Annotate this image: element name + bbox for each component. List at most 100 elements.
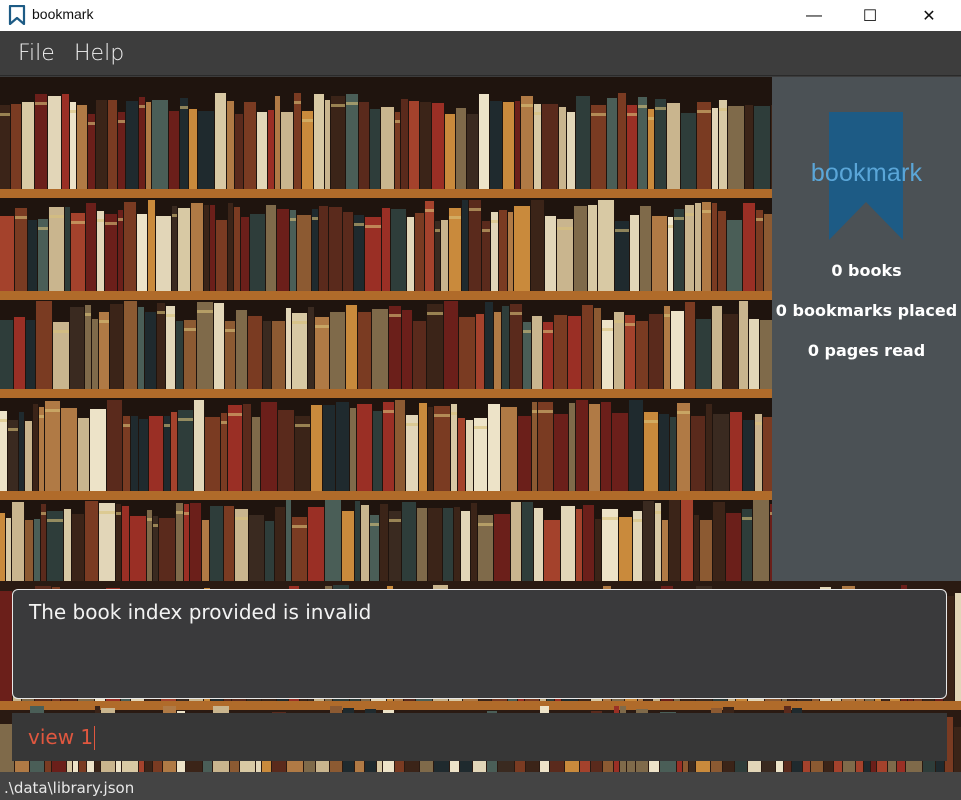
book-band — [354, 223, 364, 226]
command-input[interactable] — [12, 713, 947, 761]
book-band — [197, 310, 213, 313]
minimize-button[interactable]: — — [791, 0, 837, 31]
book-spine — [292, 313, 307, 389]
book-band — [85, 313, 91, 316]
menu-file[interactable]: File — [18, 41, 55, 66]
book-spine — [406, 415, 418, 491]
book-spine — [443, 508, 453, 581]
book-band — [147, 518, 152, 521]
book-spine — [25, 421, 32, 491]
book-spine — [401, 99, 408, 189]
close-button[interactable]: ✕ — [906, 0, 952, 31]
book-spine — [677, 403, 690, 491]
book-spine — [108, 100, 117, 189]
book-spine — [760, 320, 772, 389]
book-spine — [382, 208, 390, 291]
book-spine — [107, 400, 122, 491]
book-spine — [65, 207, 70, 291]
book-spine — [764, 214, 772, 291]
command-box[interactable] — [12, 713, 947, 761]
book-band — [702, 210, 711, 213]
book-band — [614, 320, 624, 323]
book-spine — [214, 303, 224, 389]
result-display[interactable]: The book index provided is invalid — [12, 589, 947, 699]
book-spine — [383, 402, 394, 491]
book-spine — [428, 407, 433, 491]
book-spine — [72, 514, 84, 581]
book-spine — [319, 206, 328, 291]
book-spine — [194, 400, 204, 491]
book-spine — [456, 108, 466, 189]
book-band — [521, 104, 533, 107]
book-spine — [545, 216, 556, 291]
maximize-button[interactable]: ☐ — [847, 0, 893, 31]
book-spine — [126, 101, 138, 189]
close-icon: ✕ — [922, 7, 936, 25]
book-spine — [713, 414, 729, 491]
book-spine — [290, 210, 296, 291]
book-band — [406, 423, 418, 426]
book-spine — [494, 514, 510, 581]
book-spine — [123, 416, 130, 491]
menu-help[interactable]: Help — [74, 41, 124, 66]
book-band — [0, 419, 7, 422]
book-band — [756, 218, 763, 221]
book-band — [97, 219, 104, 222]
book-band — [8, 428, 18, 431]
book-spine — [234, 207, 240, 291]
book-spine — [148, 200, 155, 291]
book-spine — [215, 93, 226, 189]
book-spine — [420, 102, 431, 189]
book-spine — [228, 203, 233, 291]
book-spine — [152, 100, 168, 189]
book-spine — [124, 202, 136, 291]
book-spine — [467, 114, 478, 189]
book-spine — [156, 216, 171, 291]
book-spine — [0, 216, 14, 291]
book-band — [389, 314, 401, 317]
book-spine — [6, 518, 11, 581]
book-spine — [576, 509, 582, 581]
book-spine — [14, 317, 25, 389]
book-band — [99, 320, 109, 323]
book-spine — [432, 103, 444, 189]
book-spine — [250, 214, 265, 291]
book-spine — [118, 210, 123, 291]
book-spine — [302, 111, 313, 189]
book-spine — [607, 98, 617, 189]
book-spine — [116, 504, 121, 581]
maximize-icon: ☐ — [862, 7, 878, 25]
book-spine — [574, 206, 587, 291]
book-band — [225, 329, 235, 332]
book-band — [638, 105, 647, 108]
book-spine — [522, 502, 533, 581]
book-spine — [275, 507, 285, 581]
book-band — [166, 314, 175, 317]
shelf-plank — [0, 389, 772, 398]
book-spine — [739, 301, 748, 389]
book-band — [365, 225, 381, 228]
book-spine — [145, 312, 156, 389]
book-spine — [216, 220, 227, 291]
book-spine — [954, 727, 961, 772]
book-spine — [61, 408, 77, 491]
book-spine — [176, 503, 183, 581]
book-spine — [681, 500, 693, 581]
book-band — [35, 102, 47, 105]
book-spine — [39, 407, 44, 491]
book-spine — [630, 215, 639, 291]
book-spine — [268, 110, 274, 189]
book-spine — [15, 208, 27, 291]
book-spine — [380, 504, 388, 581]
book-spine — [594, 308, 601, 389]
book-spine — [35, 94, 47, 189]
shelf-plank — [0, 701, 961, 710]
book-spine — [325, 500, 341, 581]
book-band — [88, 122, 95, 125]
book-band — [290, 218, 296, 221]
book-band — [180, 106, 188, 109]
book-spine — [544, 520, 560, 581]
book-spine — [459, 317, 475, 389]
book-band — [221, 421, 227, 424]
book-spine — [638, 97, 647, 189]
